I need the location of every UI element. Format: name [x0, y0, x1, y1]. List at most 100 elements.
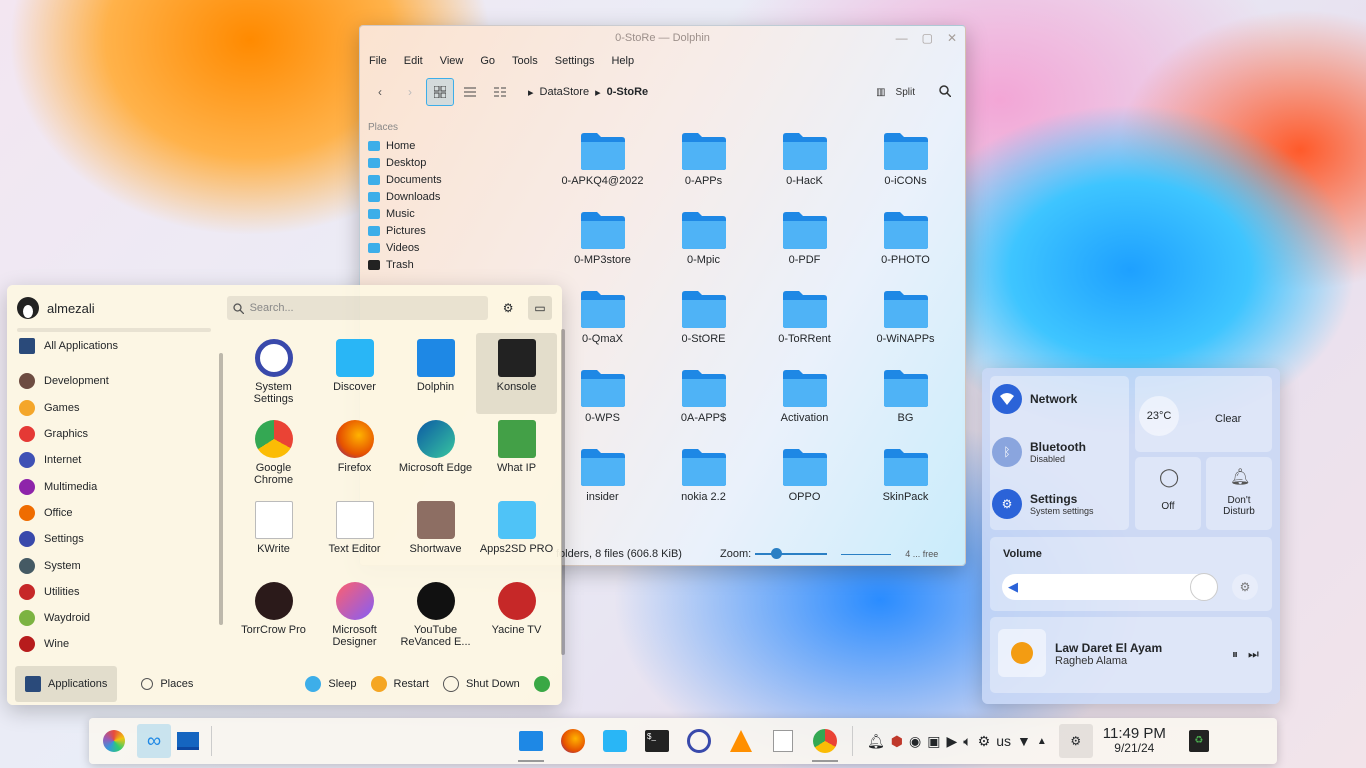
user-profile[interactable]: almezali [17, 297, 227, 319]
zoom-slider[interactable] [755, 548, 828, 559]
file-item[interactable]: 0-APKQ4@2022 [552, 130, 653, 209]
app-dolphin[interactable]: Dolphin [395, 333, 476, 414]
details-view-icon[interactable] [456, 78, 484, 106]
place-downloads[interactable]: Downloads [368, 188, 532, 205]
category-games[interactable]: Games [15, 395, 215, 421]
expand-tray-icon[interactable]: ▲ [1037, 736, 1047, 747]
app-microsoft[interactable]: Microsoft Designer [314, 576, 395, 657]
show-desktop-icon[interactable] [171, 724, 205, 758]
restart-button[interactable]: Restart [367, 666, 433, 702]
file-item[interactable]: 0-ToRRent [754, 288, 855, 367]
pin-icon[interactable]: ▭ [528, 296, 553, 320]
media-icon[interactable]: ▶ [946, 733, 957, 750]
shutdown-button[interactable]: Shut Down [439, 666, 524, 702]
category-scrollbar[interactable] [219, 353, 223, 625]
clock[interactable]: 11:49 PM 9/21/24 [1103, 726, 1166, 755]
night-light-toggle[interactable]: ◯ Off [1135, 457, 1201, 530]
task-chrome[interactable] [808, 724, 842, 762]
next-track-icon[interactable]: ⏭︎ [1248, 647, 1259, 662]
category-system[interactable]: System [15, 552, 215, 578]
breadcrumb-current[interactable]: 0-StoRe [607, 86, 649, 98]
keyboard-layout[interactable]: us [996, 733, 1011, 749]
minimize-icon[interactable]: — [896, 26, 908, 50]
category-multimedia[interactable]: Multimedia [15, 473, 215, 499]
app-system[interactable]: System Settings [233, 333, 314, 414]
menu-settings[interactable]: Settings [555, 55, 595, 69]
menu-view[interactable]: View [440, 55, 464, 69]
task-text-editor[interactable] [766, 724, 800, 758]
app-launcher-button[interactable] [97, 724, 131, 758]
package-icon[interactable]: ⬢ [891, 733, 903, 750]
place-trash[interactable]: Trash [368, 256, 532, 273]
audio-settings-icon[interactable]: ⚙ [1232, 574, 1258, 600]
category-development[interactable]: Development [15, 368, 215, 394]
app-microsoft-edge[interactable]: Microsoft Edge [395, 414, 476, 495]
wifi-icon[interactable]: ▼ [1017, 733, 1031, 749]
app-apps2sd-pro[interactable]: Apps2SD PRO [476, 495, 557, 576]
app-shortwave[interactable]: Shortwave [395, 495, 476, 576]
app-youtube[interactable]: YouTube ReVanced E... [395, 576, 476, 657]
clipboard-icon[interactable]: ◉ [909, 733, 921, 750]
configure-icon[interactable]: ⚙ [496, 296, 520, 320]
menu-tools[interactable]: Tools [512, 55, 538, 69]
weather-card[interactable]: 23°C Clear [1135, 376, 1272, 452]
file-item[interactable]: 0-QmaX [552, 288, 653, 367]
notifications-icon[interactable]: 🔔︎ [867, 733, 885, 750]
network-toggle[interactable]: Network [992, 384, 1077, 414]
search-icon[interactable] [939, 84, 952, 100]
app-yacine-tv[interactable]: Yacine TV [476, 576, 557, 657]
menu-help[interactable]: Help [611, 55, 634, 69]
category-waydroid[interactable]: Waydroid [15, 605, 215, 631]
pager-icon[interactable]: ∞ [137, 724, 171, 758]
volume-icon[interactable]: 🔈︎ [963, 733, 971, 750]
category-all-applications[interactable]: All Applications [15, 333, 215, 359]
task-discover[interactable] [598, 724, 632, 758]
devices-icon[interactable]: ▣ [927, 733, 940, 750]
file-item[interactable]: OPPO [754, 446, 855, 525]
task-konsole[interactable]: $_ [640, 724, 674, 758]
settings-button[interactable]: ⚙ Settings System settings [992, 489, 1094, 519]
pause-icon[interactable]: ⏸︎ [1232, 647, 1238, 662]
menu-edit[interactable]: Edit [404, 55, 423, 69]
menu-file[interactable]: File [369, 55, 387, 69]
place-desktop[interactable]: Desktop [368, 154, 532, 171]
file-item[interactable]: nokia 2.2 [653, 446, 754, 525]
category-graphics[interactable]: Graphics [15, 421, 215, 447]
file-item[interactable]: 0-PDF [754, 209, 855, 288]
forward-icon[interactable]: › [396, 78, 424, 106]
category-internet[interactable]: Internet [15, 447, 215, 473]
category-office[interactable]: Office [15, 500, 215, 526]
app-google[interactable]: Google Chrome [233, 414, 314, 495]
maximize-icon[interactable]: ▢ [922, 26, 933, 50]
file-item[interactable]: BG [855, 367, 956, 446]
split-icon[interactable]: ▥ [876, 87, 885, 98]
volume-slider-handle[interactable] [1190, 573, 1218, 601]
file-item[interactable]: 0A-APP$ [653, 367, 754, 446]
category-settings[interactable]: Settings [15, 526, 215, 552]
app-konsole[interactable]: Konsole [476, 333, 557, 414]
compact-view-icon[interactable] [486, 78, 514, 106]
task-dolphin[interactable] [514, 724, 548, 762]
menu-go[interactable]: Go [480, 55, 495, 69]
breadcrumb-datastore[interactable]: DataStore [540, 86, 590, 98]
places-tab[interactable]: Places [131, 666, 203, 702]
app-scrollbar[interactable] [561, 329, 565, 655]
file-item[interactable]: 0-MP3store [552, 209, 653, 288]
applications-tab[interactable]: Applications [15, 666, 118, 702]
app-firefox[interactable]: Firefox [314, 414, 395, 495]
place-pictures[interactable]: Pictures [368, 222, 532, 239]
trash-icon[interactable]: ♻ [1182, 724, 1216, 758]
file-item[interactable]: 0-WPS [552, 367, 653, 446]
split-button[interactable]: Split [896, 87, 915, 98]
category-utilities[interactable]: Utilities [15, 579, 215, 605]
logout-button[interactable] [530, 666, 554, 702]
close-icon[interactable]: ✕ [947, 26, 957, 50]
file-item[interactable]: 0-Mpic [653, 209, 754, 288]
bluetooth-toggle[interactable]: ᛒ Bluetooth Disabled [992, 437, 1086, 467]
back-icon[interactable]: ‹ [366, 78, 394, 106]
file-item[interactable]: 0-APPs [653, 130, 754, 209]
app-what-ip[interactable]: What IP [476, 414, 557, 495]
zoom-control[interactable]: Zoom: [720, 548, 828, 560]
icons-view-icon[interactable] [426, 78, 454, 106]
file-item[interactable]: 0-HacK [754, 130, 855, 209]
